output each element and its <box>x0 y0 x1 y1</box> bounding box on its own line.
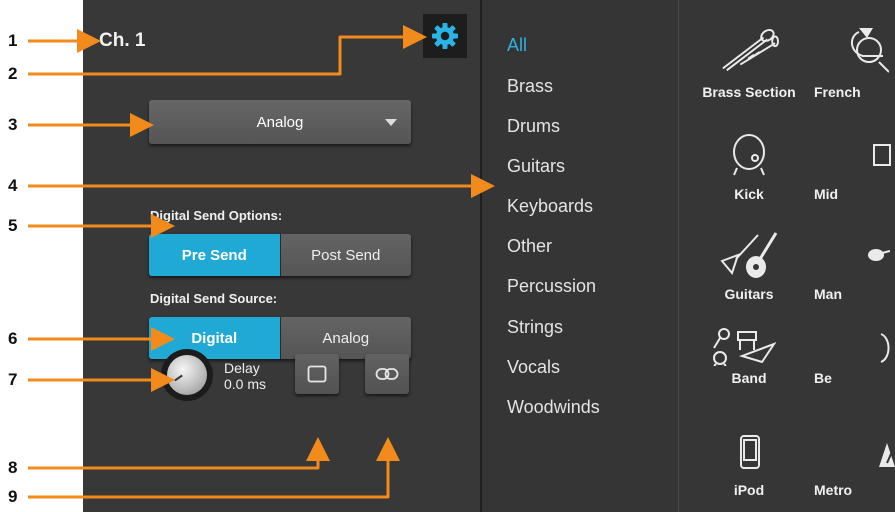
callout-6: 6 <box>8 329 18 348</box>
delay-value: 0.0 ms <box>224 376 267 392</box>
callout-2: 2 <box>8 64 18 83</box>
category-percussion[interactable]: Percussion <box>507 276 596 297</box>
metronome-icon[interactable] <box>875 440 895 470</box>
analog-source-button[interactable]: Analog <box>279 317 411 359</box>
beat-icon[interactable] <box>875 330 895 366</box>
link-rings-icon <box>375 368 399 380</box>
callout-4: 4 <box>8 176 18 195</box>
callout-8: 8 <box>8 458 18 477</box>
gear-icon <box>432 23 458 49</box>
brass-section-icon[interactable] <box>719 20 779 80</box>
instrument-mandolin[interactable]: Man <box>814 286 895 302</box>
instrument-mid-tom[interactable]: Mid <box>814 186 895 202</box>
instrument-preset-grid: Brass Section French Kick Mid Guitars Ma… <box>679 0 895 512</box>
guitars-icon[interactable] <box>715 226 785 282</box>
channel-options-column: Ch. 1 Analog Digital Send Options: Pre S… <box>83 0 480 512</box>
french-horn-icon[interactable] <box>839 24 895 78</box>
digital-send-source-label: Digital Send Source: <box>150 291 278 306</box>
band-icon[interactable] <box>709 326 779 366</box>
instrument-beat[interactable]: Be <box>814 370 895 386</box>
instrument-guitars[interactable]: Guitars <box>684 286 814 302</box>
callout-3: 3 <box>8 115 18 134</box>
pre-send-button[interactable]: Pre Send <box>149 234 280 276</box>
callout-5: 5 <box>8 216 18 235</box>
mid-tom-icon[interactable] <box>869 140 895 170</box>
instrument-brass-section[interactable]: Brass Section <box>684 84 814 100</box>
chevron-down-icon <box>385 119 397 126</box>
mono-link-button[interactable] <box>295 354 339 394</box>
ipod-icon[interactable] <box>735 432 765 472</box>
instrument-ipod[interactable]: iPod <box>684 482 814 498</box>
category-vocals[interactable]: Vocals <box>507 357 560 378</box>
square-icon <box>307 365 327 383</box>
category-other[interactable]: Other <box>507 236 552 257</box>
category-keyboards[interactable]: Keyboards <box>507 196 593 217</box>
category-woodwinds[interactable]: Woodwinds <box>507 397 600 418</box>
channel-settings-panel: Ch. 1 Analog Digital Send Options: Pre S… <box>83 0 895 512</box>
digital-source-button[interactable]: Digital <box>149 317 280 359</box>
instrument-band[interactable]: Band <box>684 370 814 386</box>
callout-7: 7 <box>8 370 18 389</box>
instrument-french-horn[interactable]: French <box>814 84 895 100</box>
delay-readout: Delay 0.0 ms <box>224 360 266 392</box>
kick-drum-icon[interactable] <box>729 130 769 178</box>
callout-9: 9 <box>8 487 18 506</box>
input-source-dropdown[interactable]: Analog <box>149 100 411 144</box>
knob-cap <box>167 355 207 395</box>
category-all[interactable]: All <box>507 35 527 56</box>
delay-label: Delay <box>224 360 260 376</box>
category-strings[interactable]: Strings <box>507 317 563 338</box>
stereo-link-button[interactable] <box>365 354 409 394</box>
input-source-value: Analog <box>256 113 304 131</box>
callout-1: 1 <box>8 31 18 50</box>
instrument-metronome[interactable]: Metro <box>814 482 895 498</box>
channel-title: Ch. 1 <box>99 30 146 51</box>
digital-send-options-label: Digital Send Options: <box>150 208 283 223</box>
category-drums[interactable]: Drums <box>507 116 560 137</box>
post-send-button[interactable]: Post Send <box>279 234 411 276</box>
mandolin-icon[interactable] <box>863 240 893 270</box>
instrument-kick[interactable]: Kick <box>684 186 814 202</box>
delay-knob[interactable] <box>161 349 213 401</box>
instrument-category-list: All Brass Drums Guitars Keyboards Other … <box>482 0 678 512</box>
category-guitars[interactable]: Guitars <box>507 156 565 177</box>
category-brass[interactable]: Brass <box>507 76 553 97</box>
digital-send-options-toggle: Pre Send Post Send <box>149 234 411 276</box>
settings-button[interactable] <box>423 14 467 58</box>
